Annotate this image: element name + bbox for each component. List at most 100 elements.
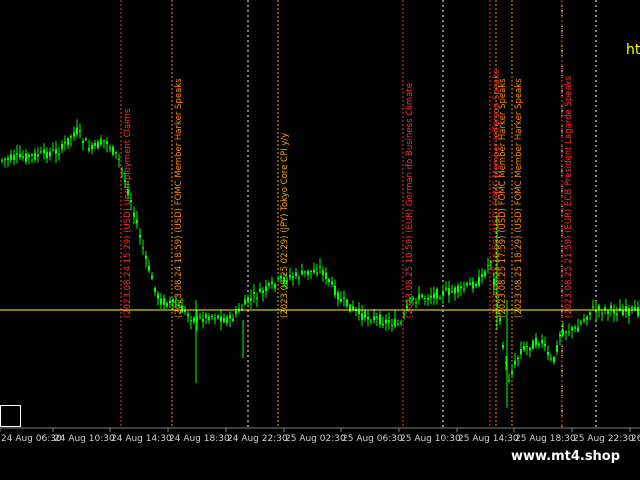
candle-body	[565, 331, 567, 333]
candle-body	[334, 285, 336, 296]
candle-body	[10, 154, 12, 161]
candle-body	[205, 314, 207, 318]
candle-body	[511, 370, 513, 375]
candle-body	[4, 158, 6, 160]
candle-body	[91, 144, 93, 150]
candle-body	[580, 322, 582, 324]
candle-body	[229, 315, 231, 319]
candle-body	[154, 287, 156, 293]
x-tick-label: 24 Aug 22:30	[227, 434, 288, 444]
candle-body	[16, 153, 18, 155]
candle-body	[301, 270, 303, 275]
candle-body	[421, 294, 423, 298]
candle-body	[625, 306, 627, 312]
candle-body	[631, 307, 633, 309]
candle-body	[79, 130, 81, 132]
candle-body	[376, 316, 378, 318]
candle-body	[547, 351, 549, 356]
candle-body	[388, 319, 390, 323]
candle-body	[82, 140, 84, 144]
candle-body	[460, 286, 462, 289]
candle-body	[262, 290, 264, 294]
candle-body	[7, 158, 9, 161]
candle-body	[559, 334, 561, 337]
x-tick-label: 25 Aug 18:30	[515, 434, 576, 444]
candle-body	[109, 147, 111, 149]
candle-body	[457, 285, 459, 293]
watermark: www.mt4.shop	[497, 445, 634, 469]
candle-body	[124, 179, 126, 182]
candle-body	[256, 297, 258, 299]
candle-body	[67, 138, 69, 146]
candle-body	[577, 327, 579, 332]
candle-body	[241, 308, 243, 310]
candle-body	[226, 317, 228, 323]
candle-body	[508, 380, 510, 382]
candle-body	[34, 153, 36, 160]
candle-body	[544, 343, 546, 347]
candle-body	[292, 276, 294, 279]
candle-body	[502, 344, 504, 348]
x-tick-label: 25 Aug 22:30	[573, 434, 634, 444]
candle-body	[145, 255, 147, 259]
candle-body	[163, 298, 165, 305]
candle-body	[514, 360, 516, 365]
candle-body	[349, 304, 351, 312]
candle-body	[394, 318, 396, 327]
candle-body	[277, 277, 279, 279]
candle-body	[250, 298, 252, 301]
candle-body	[616, 313, 618, 315]
candle-body	[118, 158, 120, 160]
candle-body	[220, 316, 222, 322]
scroll-box[interactable]	[0, 405, 21, 427]
candle-body	[331, 281, 333, 285]
candle-body	[541, 339, 543, 344]
candle-body	[286, 280, 288, 283]
candle-body	[487, 265, 489, 267]
price-chart[interactable]: (2023.08.24 15:29) (USD) Unemployment Cl…	[0, 0, 640, 480]
candle-body	[130, 199, 132, 203]
candle-body	[352, 306, 354, 310]
candle-body	[586, 316, 588, 320]
event-label: (2023.08.25 02:29) (JPY) Tokyo Core CPI …	[280, 133, 290, 318]
candle-body	[166, 303, 168, 307]
candle-body	[403, 313, 405, 315]
candle-body	[142, 247, 144, 249]
corner-label: ht	[626, 42, 640, 58]
candle-body	[454, 287, 456, 294]
candle-body	[412, 297, 414, 300]
candle-body	[271, 281, 273, 284]
candle-body	[535, 337, 537, 346]
candle-body	[283, 277, 285, 283]
candle-body	[88, 147, 90, 151]
candle-body	[604, 307, 606, 310]
candle-body	[574, 327, 576, 329]
candle-body	[445, 288, 447, 290]
candle-body	[64, 141, 66, 144]
candle-body	[313, 269, 315, 273]
candle-body	[31, 154, 33, 156]
x-tick-label: 25 Aug 14:30	[458, 434, 519, 444]
candle-body	[202, 318, 204, 322]
candle-body	[55, 148, 57, 154]
candle-body	[94, 142, 96, 146]
candle-body	[568, 331, 570, 333]
candle-body	[433, 293, 435, 299]
candle-body	[19, 153, 21, 158]
candle-body	[325, 272, 327, 279]
candle-body	[1, 159, 3, 161]
candle-body	[169, 300, 171, 304]
candle-body	[13, 154, 15, 161]
candle-body	[25, 153, 27, 162]
event-label: (2023.08.24 18:59) (USD) FOMC Member Har…	[174, 78, 184, 318]
candle-body	[550, 358, 552, 360]
candle-body	[28, 154, 30, 157]
candle-body	[397, 323, 399, 325]
candle-body	[328, 279, 330, 283]
candle-body	[601, 313, 603, 315]
candle-body	[316, 272, 318, 275]
candle-body	[370, 321, 372, 323]
candle-body	[598, 305, 600, 310]
candle-body	[430, 295, 432, 298]
candle-body	[607, 311, 609, 314]
